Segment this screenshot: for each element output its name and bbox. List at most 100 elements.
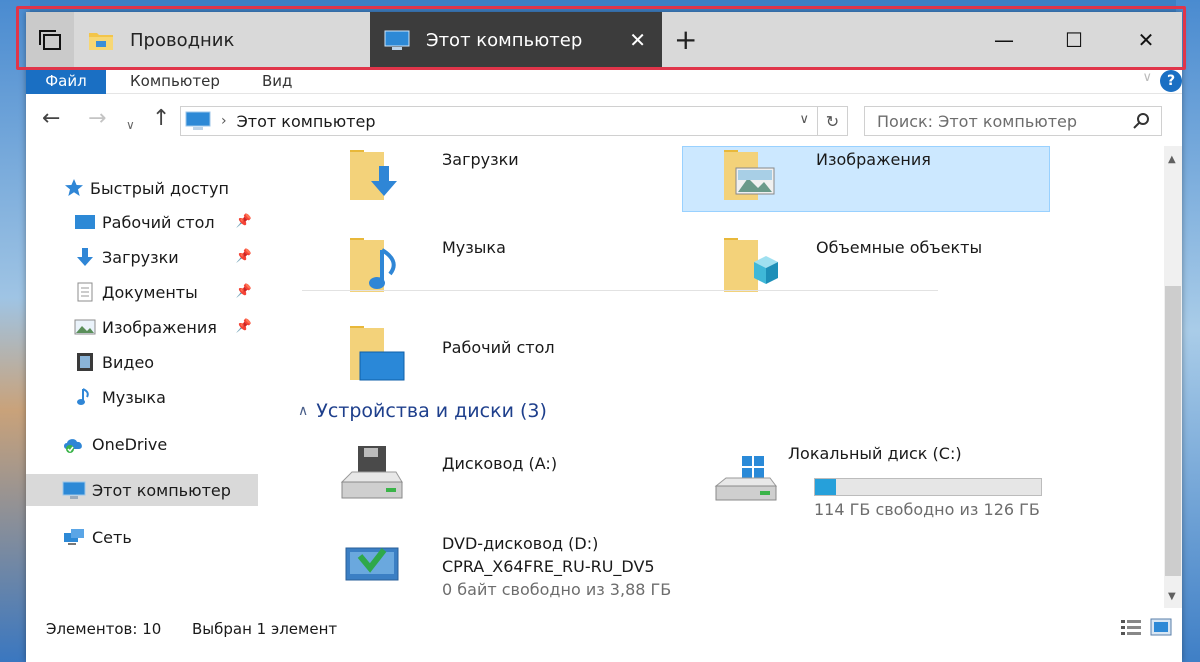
sidebar-item-label: Музыка [102, 387, 166, 407]
tab-explorer[interactable]: Проводник [76, 12, 368, 68]
desktop-icon [74, 213, 96, 231]
address-row: ← → ∨ ↑ › Этот компьютер ∨ ↻ Поиск: Этот… [26, 94, 1182, 146]
details-view-icon[interactable] [1120, 618, 1142, 636]
sidebar-item-label: Сеть [92, 527, 132, 547]
folder-name: Музыка [442, 238, 506, 257]
view-switcher [1120, 618, 1172, 636]
video-icon [74, 352, 96, 372]
folder-item-desktop[interactable]: Рабочий стол [346, 324, 666, 384]
sidebar-item-music[interactable]: Музыка [26, 381, 258, 413]
sidebar-item-label: Загрузки [102, 247, 179, 267]
drive-item-local-c[interactable]: Локальный диск (C:) [712, 442, 1052, 508]
address-path[interactable]: Этот компьютер [237, 112, 376, 131]
sidebar-item-onedrive[interactable]: OneDrive [26, 428, 258, 460]
group-divider [302, 290, 938, 291]
desktop-folder-icon [350, 326, 405, 381]
drive-name: Дисковод (A:) [442, 454, 558, 473]
new-tab-button[interactable]: + [674, 26, 697, 54]
tab-close-button[interactable]: ✕ [629, 30, 646, 50]
search-icon [1133, 112, 1151, 134]
search-input[interactable]: Поиск: Этот компьютер [864, 106, 1162, 136]
pictures-folder-icon [724, 150, 775, 200]
up-button[interactable]: ↑ [152, 108, 170, 130]
downloads-folder-icon [350, 150, 397, 200]
star-icon [64, 178, 84, 198]
tab-this-pc[interactable]: Этот компьютер ✕ [370, 12, 662, 68]
task-view-icon [39, 30, 61, 50]
folder-item-3d-objects[interactable]: Объемные объекты [720, 236, 1040, 296]
folder-item-pictures[interactable]: Изображения [720, 148, 1040, 208]
ribbon-tab-computer[interactable]: Компьютер [130, 68, 220, 94]
pin-icon[interactable]: 📌 [236, 319, 252, 334]
pictures-icon [74, 318, 96, 336]
explorer-window: Проводник Этот компьютер ✕ + — ☐ ✕ Файл … [26, 12, 1182, 662]
large-icons-view-icon[interactable] [1150, 618, 1172, 636]
computer-icon [384, 29, 410, 51]
ribbon-tab-file[interactable]: Файл [26, 68, 106, 94]
documents-icon [74, 282, 96, 302]
group-title: Устройства и диски (3) [316, 400, 547, 422]
back-button[interactable]: ← [42, 108, 60, 130]
nav-quick-access[interactable]: Быстрый доступ [26, 172, 258, 204]
pin-icon[interactable]: 📌 [236, 214, 252, 229]
pin-icon[interactable]: 📌 [236, 249, 252, 264]
folder-item-music[interactable]: Музыка [346, 236, 666, 296]
collapse-chevron-icon[interactable]: ∧ [298, 403, 308, 419]
group-header-devices[interactable]: ∧ Устройства и диски (3) [298, 400, 547, 422]
selection-count: Выбран 1 элемент [192, 620, 338, 638]
address-dropdown-icon[interactable]: ∨ [799, 112, 809, 127]
sidebar-item-documents[interactable]: Документы 📌 [26, 276, 258, 308]
folder-name: Загрузки [442, 150, 519, 169]
drive-item-floppy[interactable]: Дисковод (A:) [338, 442, 658, 508]
navigation-pane: Быстрый доступ Рабочий стол 📌 Загрузки 📌… [26, 146, 258, 608]
close-window-button[interactable]: ✕ [1110, 12, 1182, 68]
floppy-drive-icon [340, 446, 403, 499]
computer-icon [185, 111, 211, 131]
folder-name: Объемные объекты [816, 238, 983, 257]
folder-name: Изображения [816, 150, 931, 169]
help-button[interactable]: ? [1160, 70, 1182, 92]
ribbon-expand-icon[interactable]: ∨ [1142, 70, 1152, 85]
scroll-up-icon[interactable]: ▲ [1168, 154, 1176, 165]
drive-volume-label: CPRA_X64FRE_RU-RU_DV5 [442, 557, 655, 576]
address-bar[interactable]: › Этот компьютер ∨ ↻ [180, 106, 848, 136]
network-icon [62, 527, 86, 547]
sidebar-item-label: Изображения [102, 317, 217, 337]
refresh-button[interactable]: ↻ [817, 107, 847, 135]
windows-drive-icon [714, 456, 777, 501]
dvd-drive-icon [345, 547, 399, 581]
scroll-down-icon[interactable]: ▼ [1168, 591, 1176, 602]
vertical-scrollbar[interactable]: ▲ ▼ [1164, 146, 1182, 608]
drive-free-space: 0 байт свободно из 3,88 ГБ [442, 580, 672, 599]
sidebar-item-this-pc[interactable]: Этот компьютер [26, 474, 258, 506]
tab-explorer-label: Проводник [130, 29, 235, 51]
close-icon: ✕ [1137, 28, 1155, 52]
ribbon-tab-view[interactable]: Вид [262, 68, 292, 94]
drive-name: Локальный диск (C:) [788, 444, 962, 463]
music-icon [74, 387, 96, 407]
tab-this-pc-label: Этот компьютер [426, 29, 583, 51]
nav-quick-access-label: Быстрый доступ [90, 178, 229, 198]
sidebar-item-label: OneDrive [92, 434, 168, 454]
sidebar-item-downloads[interactable]: Загрузки 📌 [26, 241, 258, 273]
maximize-icon: ☐ [1065, 28, 1083, 52]
maximize-button[interactable]: ☐ [1038, 12, 1110, 68]
music-folder-icon [350, 238, 396, 292]
sidebar-item-network[interactable]: Сеть [26, 521, 258, 553]
minimize-icon: — [994, 28, 1014, 52]
recent-locations-chevron-icon[interactable]: ∨ [126, 114, 135, 136]
title-bar: Проводник Этот компьютер ✕ + — ☐ ✕ [26, 12, 1182, 68]
ribbon: Файл Компьютер Вид ∨ ? [26, 68, 1182, 94]
folder-item-downloads[interactable]: Загрузки [346, 148, 666, 208]
breadcrumb-separator-icon[interactable]: › [221, 113, 227, 129]
minimize-button[interactable]: — [968, 12, 1040, 68]
scrollbar-thumb[interactable] [1165, 286, 1181, 576]
sidebar-item-desktop[interactable]: Рабочий стол 📌 [26, 206, 258, 238]
forward-button[interactable]: → [88, 108, 106, 130]
downloads-icon [74, 247, 96, 267]
sidebar-item-video[interactable]: Видео [26, 346, 258, 378]
pin-icon[interactable]: 📌 [236, 284, 252, 299]
drive-item-dvd[interactable]: DVD-дисковод (D:) CPRA_X64FRE_RU-RU_DV5 … [338, 530, 678, 608]
sidebar-item-pictures[interactable]: Изображения 📌 [26, 311, 258, 343]
task-view-button[interactable] [26, 12, 74, 68]
